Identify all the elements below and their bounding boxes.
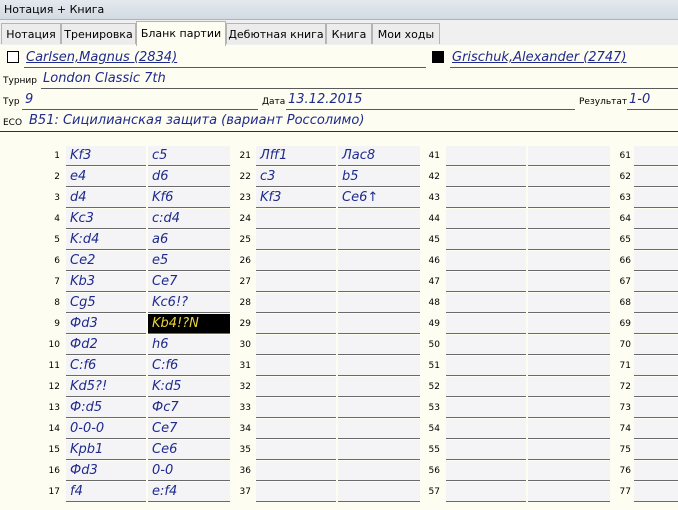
move-number: 73 xyxy=(619,403,631,413)
move-row: 71 xyxy=(0,356,678,377)
move-row: 72 xyxy=(0,377,678,398)
white-move-cell[interactable] xyxy=(634,482,678,502)
move-row: 61 xyxy=(0,146,678,167)
move-row: 63 xyxy=(0,188,678,209)
tab-game-sheet[interactable]: Бланк партии xyxy=(136,21,226,46)
move-row: 68 xyxy=(0,293,678,314)
black-player[interactable]: Grischuk,Alexander (2747) xyxy=(452,50,626,65)
date-value[interactable]: 13.12.2015 xyxy=(288,92,362,107)
white-move-cell[interactable] xyxy=(634,167,678,187)
white-player[interactable]: Carlsen,Magnus (2834) xyxy=(26,50,177,65)
black-player-line xyxy=(450,67,678,68)
tab-notation[interactable]: Нотация xyxy=(1,23,61,44)
move-row: 69 xyxy=(0,314,678,335)
date-label: Дата xyxy=(262,97,286,107)
result-value[interactable]: 1-0 xyxy=(629,92,650,107)
round-label: Тур xyxy=(3,97,20,107)
game-header: Carlsen,Magnus (2834) Grischuk,Alexander… xyxy=(0,45,678,132)
move-number: 75 xyxy=(619,445,631,455)
tournament-line xyxy=(41,88,678,89)
tab-my-moves[interactable]: Мои ходы xyxy=(372,23,440,44)
tab-training[interactable]: Тренировка xyxy=(61,23,136,44)
move-grid: 1 Kf3 c5 2 e4 d6 3 d4 Kf6 4 Kc3 c:d4 5 K:d4 a6 6 Ce2 e5 7 K… xyxy=(0,146,678,510)
round-value[interactable]: 9 xyxy=(25,92,33,107)
move-row: 64 xyxy=(0,209,678,230)
black-square-icon xyxy=(432,51,444,63)
eco-value[interactable]: B51: Сицилианская защита (вариант Россол… xyxy=(29,113,364,128)
white-move-cell[interactable] xyxy=(634,251,678,271)
move-row: 70 xyxy=(0,335,678,356)
result-label: Результат xyxy=(579,97,628,107)
move-number: 77 xyxy=(619,487,631,497)
white-move-cell[interactable] xyxy=(634,146,678,166)
window-title: Нотация + Книга xyxy=(0,0,678,20)
move-row: 76 xyxy=(0,461,678,482)
move-row: 67 xyxy=(0,272,678,293)
white-square-icon xyxy=(7,51,19,63)
tab-opening-book[interactable]: Дебютная книга xyxy=(226,23,326,44)
white-move-cell[interactable] xyxy=(634,209,678,229)
move-number: 72 xyxy=(619,382,631,392)
eco-label: ECO xyxy=(3,118,23,128)
move-number: 76 xyxy=(619,466,631,476)
move-number: 66 xyxy=(619,256,631,266)
move-number: 74 xyxy=(619,424,631,434)
white-move-cell[interactable] xyxy=(634,461,678,481)
move-row: 74 xyxy=(0,419,678,440)
move-number: 69 xyxy=(619,319,631,329)
move-row: 77 xyxy=(0,482,678,503)
white-move-cell[interactable] xyxy=(634,377,678,397)
move-number: 70 xyxy=(619,340,631,350)
white-move-cell[interactable] xyxy=(634,188,678,208)
tab-book[interactable]: Книга xyxy=(326,23,372,44)
move-number: 67 xyxy=(619,277,631,287)
move-row: 75 xyxy=(0,440,678,461)
white-move-cell[interactable] xyxy=(634,272,678,292)
move-row: 73 xyxy=(0,398,678,419)
white-move-cell[interactable] xyxy=(634,314,678,334)
tournament-label: Турнир xyxy=(3,76,37,86)
move-number: 62 xyxy=(619,172,631,182)
white-move-cell[interactable] xyxy=(634,230,678,250)
move-number: 65 xyxy=(619,235,631,245)
white-move-cell[interactable] xyxy=(634,419,678,439)
result-line xyxy=(627,109,678,110)
tournament-value[interactable]: London Classic 7th xyxy=(43,71,166,86)
white-move-cell[interactable] xyxy=(634,398,678,418)
move-row: 65 xyxy=(0,230,678,251)
white-player-line xyxy=(24,67,426,68)
move-number: 63 xyxy=(619,193,631,203)
white-move-cell[interactable] xyxy=(634,440,678,460)
move-number: 64 xyxy=(619,214,631,224)
date-line xyxy=(286,109,575,110)
move-number: 61 xyxy=(619,151,631,161)
move-number: 71 xyxy=(619,361,631,371)
game-sheet: Carlsen,Magnus (2834) Grischuk,Alexander… xyxy=(0,45,678,510)
white-move-cell[interactable] xyxy=(634,293,678,313)
round-line xyxy=(22,109,258,110)
move-row: 62 xyxy=(0,167,678,188)
tab-bar: Нотация Тренировка Бланк партии Дебютная… xyxy=(0,21,678,46)
white-move-cell[interactable] xyxy=(634,335,678,355)
white-move-cell[interactable] xyxy=(634,356,678,376)
move-number: 68 xyxy=(619,298,631,308)
move-row: 66 xyxy=(0,251,678,272)
